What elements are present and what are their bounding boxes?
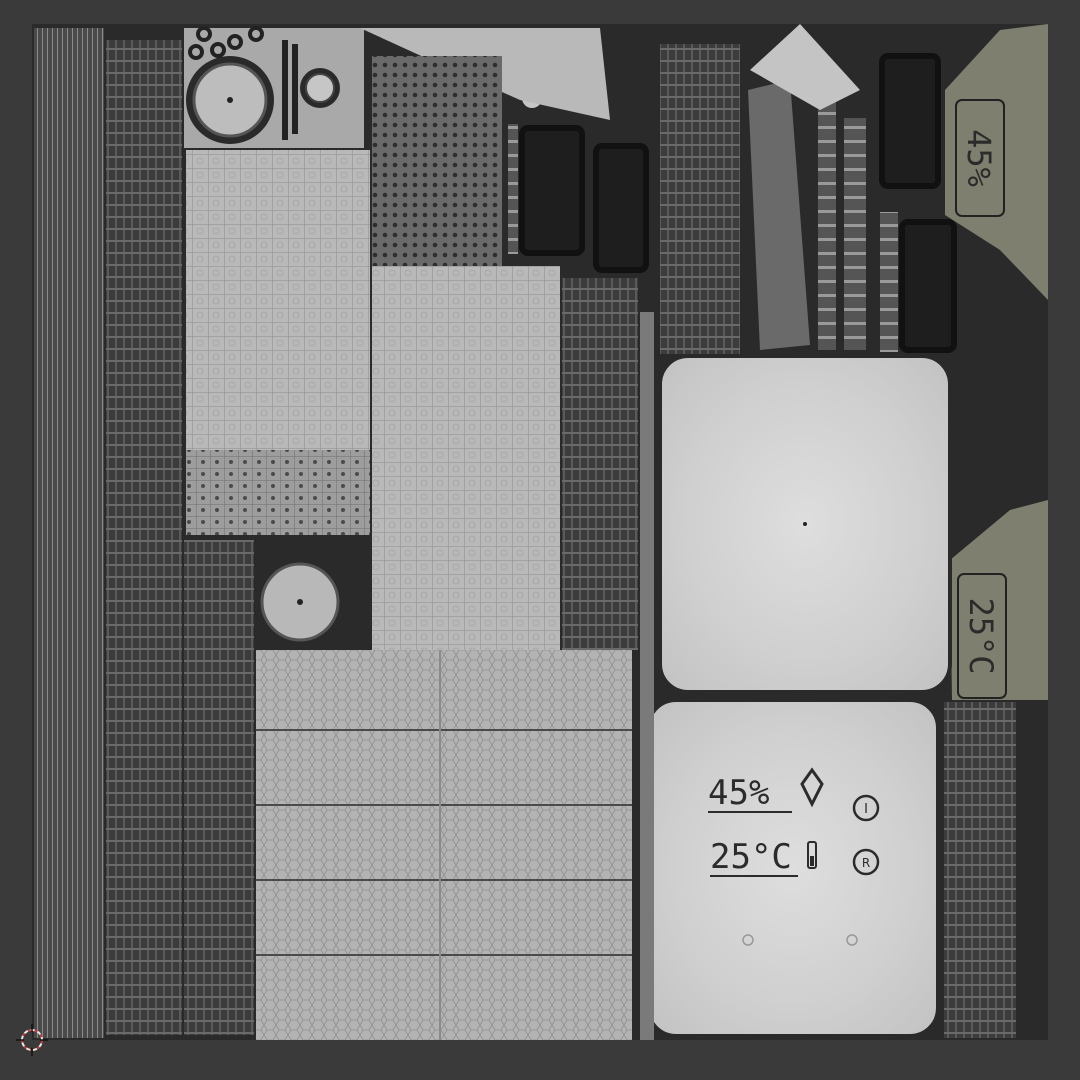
frame-rail-1 <box>508 124 518 254</box>
mesh-panel-b <box>372 56 502 266</box>
strip-column-6 <box>944 702 1016 1038</box>
panel-center-mark <box>803 522 807 526</box>
mesh-panel-a-dots <box>186 450 370 535</box>
mesh-panel-d <box>256 650 632 1040</box>
side-humidity-text: 45% <box>960 129 998 187</box>
strip-column-4 <box>562 278 638 650</box>
device-panel-edge <box>640 312 654 1040</box>
power-button-glyph: I <box>864 802 868 817</box>
gear-large <box>186 56 274 144</box>
rail-strip-1 <box>818 100 836 350</box>
rail-strip-2 <box>844 118 866 350</box>
gear-slot-2 <box>292 44 298 134</box>
mesh-panel-c <box>372 266 560 651</box>
humidity-reading: 45% <box>708 773 769 813</box>
temperature-reading: 25°C <box>710 837 792 877</box>
gear-slot-1 <box>282 40 288 140</box>
device-panel-bottom <box>646 698 940 1038</box>
strip-column-1 <box>34 28 104 1038</box>
rail-strip-3 <box>880 212 898 352</box>
strip-column-2 <box>106 40 182 1035</box>
strip-column-3 <box>184 540 254 1035</box>
reset-button-glyph: R <box>862 856 870 870</box>
strip-column-5 <box>660 44 740 354</box>
side-temperature-text: 25°C <box>962 597 1000 674</box>
gear-middle <box>254 556 346 648</box>
uv-texture-canvas: 45% 25°C 45% 25°C I R <box>16 24 1048 1056</box>
gear-small <box>300 68 340 108</box>
